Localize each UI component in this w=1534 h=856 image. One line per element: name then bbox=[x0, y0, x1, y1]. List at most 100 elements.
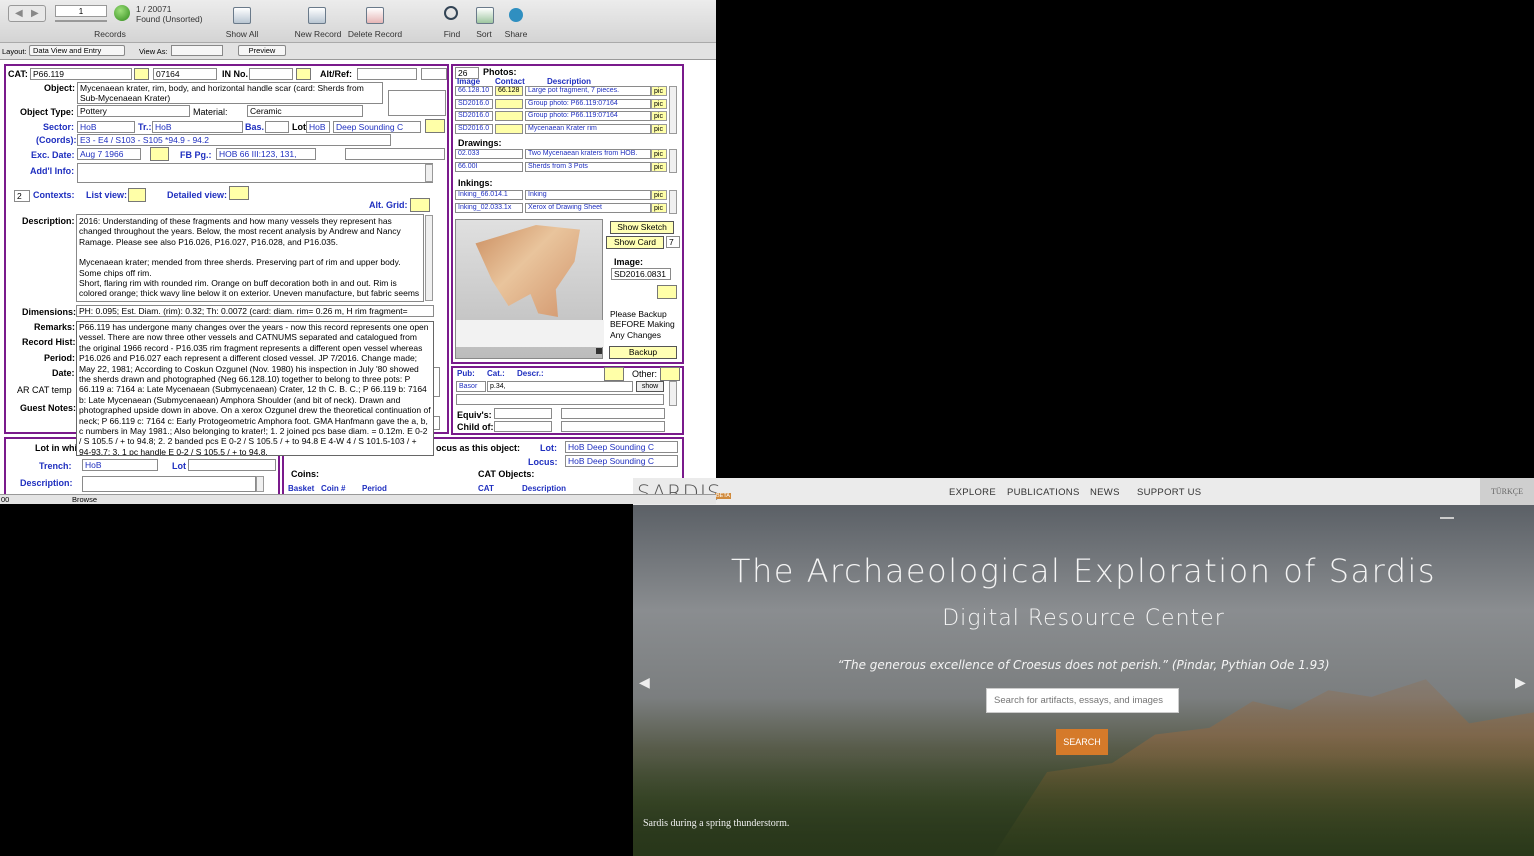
altref2-field[interactable] bbox=[421, 68, 447, 80]
drawing-pic-button[interactable]: pic bbox=[651, 149, 667, 159]
photo-image-cell[interactable]: SD2016.0 bbox=[455, 98, 493, 109]
delete-record-button[interactable]: Delete Record bbox=[345, 29, 405, 39]
addl-info-field[interactable] bbox=[77, 163, 433, 183]
image-yellow-box[interactable] bbox=[657, 285, 677, 299]
zoom-level[interactable]: 00 bbox=[1, 495, 9, 504]
new-record-button[interactable]: New Record bbox=[288, 29, 348, 39]
photo-description-cell[interactable]: Group photo: P66.119:07164 bbox=[525, 98, 651, 109]
addl-scrollbar[interactable] bbox=[425, 164, 433, 182]
photo-pic-button[interactable]: pic bbox=[651, 123, 667, 134]
exc-yellow-box[interactable] bbox=[150, 147, 169, 161]
photo-contact-cell[interactable]: 66.128 bbox=[495, 86, 523, 96]
photo-contact-cell[interactable] bbox=[495, 123, 523, 134]
object-extra-field[interactable] bbox=[388, 90, 446, 116]
other-yellow-box[interactable] bbox=[660, 367, 680, 381]
sector-field[interactable]: HoB bbox=[77, 121, 135, 133]
alt-grid-box[interactable] bbox=[410, 198, 430, 212]
lot-field[interactable]: HoB bbox=[306, 121, 330, 133]
detailed-view-box[interactable] bbox=[229, 186, 249, 200]
inking-description-cell[interactable]: Xerox of Drawing Sheet bbox=[525, 202, 651, 213]
photo-pic-button[interactable]: pic bbox=[651, 111, 667, 121]
altref-field[interactable] bbox=[357, 68, 417, 80]
inking-pic-button[interactable]: pic bbox=[651, 202, 667, 213]
inking-id-cell[interactable]: Inking_66.014.1 bbox=[455, 190, 523, 200]
child-of-field[interactable] bbox=[494, 421, 552, 432]
locus-field[interactable]: HoB Deep Sounding C bbox=[565, 455, 678, 467]
view-as-toggle[interactable] bbox=[171, 45, 223, 56]
inking-id-cell[interactable]: Inking_02.033.1x bbox=[455, 202, 523, 213]
tr-select[interactable]: HoB bbox=[152, 121, 243, 133]
nav-explore[interactable]: EXPLORE bbox=[949, 487, 996, 498]
fb-page-field[interactable]: HOB 66 III:123, 131, bbox=[216, 148, 316, 160]
next-record-icon[interactable]: ▶ bbox=[31, 8, 39, 19]
description-field[interactable]: 2016: Understanding of these fragments a… bbox=[76, 214, 424, 302]
description-scrollbar[interactable] bbox=[425, 215, 433, 301]
record-nav-arrows[interactable]: ◀ ▶ bbox=[8, 5, 46, 22]
sort-icon[interactable] bbox=[476, 7, 494, 24]
image-field[interactable]: SD2016.0831 bbox=[611, 268, 671, 280]
artifact-photo[interactable] bbox=[455, 219, 604, 359]
child-of-list[interactable] bbox=[561, 421, 665, 432]
pub-value[interactable]: Basor bbox=[456, 381, 486, 392]
show-sketch-button[interactable]: Show Sketch bbox=[610, 221, 674, 234]
lot3-field[interactable]: HoB Deep Sounding C bbox=[565, 441, 678, 453]
inking-pic-button[interactable]: pic bbox=[651, 190, 667, 200]
carousel-next-icon[interactable]: ▶ bbox=[1515, 674, 1526, 691]
search-input[interactable] bbox=[986, 688, 1179, 713]
inkings-scrollbar[interactable] bbox=[669, 190, 677, 214]
card-number[interactable]: 7 bbox=[666, 236, 680, 248]
pub-yellow-box[interactable] bbox=[604, 367, 624, 381]
cat-field[interactable]: P66.119 bbox=[30, 68, 132, 80]
contexts-count[interactable]: 2 bbox=[14, 190, 30, 202]
photo-contact-cell[interactable] bbox=[495, 111, 523, 121]
drawing-description-cell[interactable]: Two Mycenaean kraters from HOB. bbox=[525, 149, 651, 159]
fb-extra-field[interactable] bbox=[345, 148, 445, 160]
photo-description-cell[interactable]: Group photo: P66.119:07164 bbox=[525, 111, 651, 121]
bas-field[interactable] bbox=[265, 121, 289, 133]
share-button[interactable]: Share bbox=[486, 29, 546, 39]
backup-button[interactable]: Backup bbox=[609, 346, 677, 359]
record-number-input[interactable]: 1 bbox=[55, 5, 107, 17]
nav-support-us[interactable]: SUPPORT US bbox=[1137, 487, 1201, 498]
nav-publications[interactable]: PUBLICATIONS bbox=[1007, 487, 1080, 498]
show-all-icon[interactable] bbox=[233, 7, 251, 24]
lot-desc-scrollbar[interactable] bbox=[256, 476, 264, 492]
photos-scrollbar[interactable] bbox=[669, 86, 677, 134]
slide-indicator[interactable] bbox=[1440, 517, 1454, 519]
layout-select[interactable]: Data View and Entry bbox=[29, 45, 125, 56]
dimensions-field[interactable]: PH: 0.095; Est. Diam. (rim): 0.32; Th: 0… bbox=[76, 305, 434, 317]
drawings-scrollbar[interactable] bbox=[669, 149, 677, 173]
pub-cat-value[interactable]: p.34, bbox=[487, 381, 633, 392]
share-icon[interactable] bbox=[509, 8, 523, 22]
exc-date-field[interactable]: Aug 7 1966 bbox=[77, 148, 141, 160]
photo-image-cell[interactable]: 66.128.10 bbox=[455, 86, 493, 96]
lot-yellow-box[interactable] bbox=[425, 119, 445, 133]
photo-image-cell[interactable]: SD2016.0 bbox=[455, 123, 493, 134]
lot2-field[interactable]: Deep Sounding C bbox=[333, 121, 421, 133]
inking-description-cell[interactable]: Inking bbox=[525, 190, 651, 200]
nav-news[interactable]: NEWS bbox=[1090, 487, 1120, 498]
show-card-button[interactable]: Show Card bbox=[606, 236, 664, 249]
lot4-field[interactable] bbox=[188, 459, 276, 471]
material-select[interactable]: Ceramic bbox=[247, 105, 363, 117]
object-type-select[interactable]: Pottery bbox=[77, 105, 190, 117]
photo-contact-cell[interactable] bbox=[495, 98, 523, 109]
photo-description-cell[interactable]: Mycenaean Krater rim bbox=[525, 123, 651, 134]
record-slider[interactable] bbox=[55, 20, 107, 22]
equivs-list[interactable] bbox=[561, 408, 665, 419]
remarks-field[interactable]: P66.119 has undergone many changes over … bbox=[76, 321, 434, 456]
list-view-box[interactable] bbox=[128, 188, 146, 202]
drawing-id-cell[interactable]: 66.00I bbox=[455, 161, 523, 172]
equivs-field[interactable] bbox=[494, 408, 552, 419]
cat2-field[interactable]: 07164 bbox=[153, 68, 217, 80]
delete-record-icon[interactable] bbox=[366, 7, 384, 24]
show-all-button[interactable]: Show All bbox=[212, 29, 272, 39]
prev-record-icon[interactable]: ◀ bbox=[15, 8, 23, 19]
photo-pic-button[interactable]: pic bbox=[651, 86, 667, 96]
photo-description-cell[interactable]: Large pot fragment, 7 pieces. bbox=[525, 86, 651, 96]
pub-scrollbar[interactable] bbox=[669, 381, 677, 406]
cat-yellow-box[interactable] bbox=[134, 68, 149, 80]
pub-show-button[interactable]: show bbox=[636, 381, 664, 392]
drawing-id-cell[interactable]: 02.033 bbox=[455, 149, 523, 159]
preview-button[interactable]: Preview bbox=[238, 45, 286, 56]
